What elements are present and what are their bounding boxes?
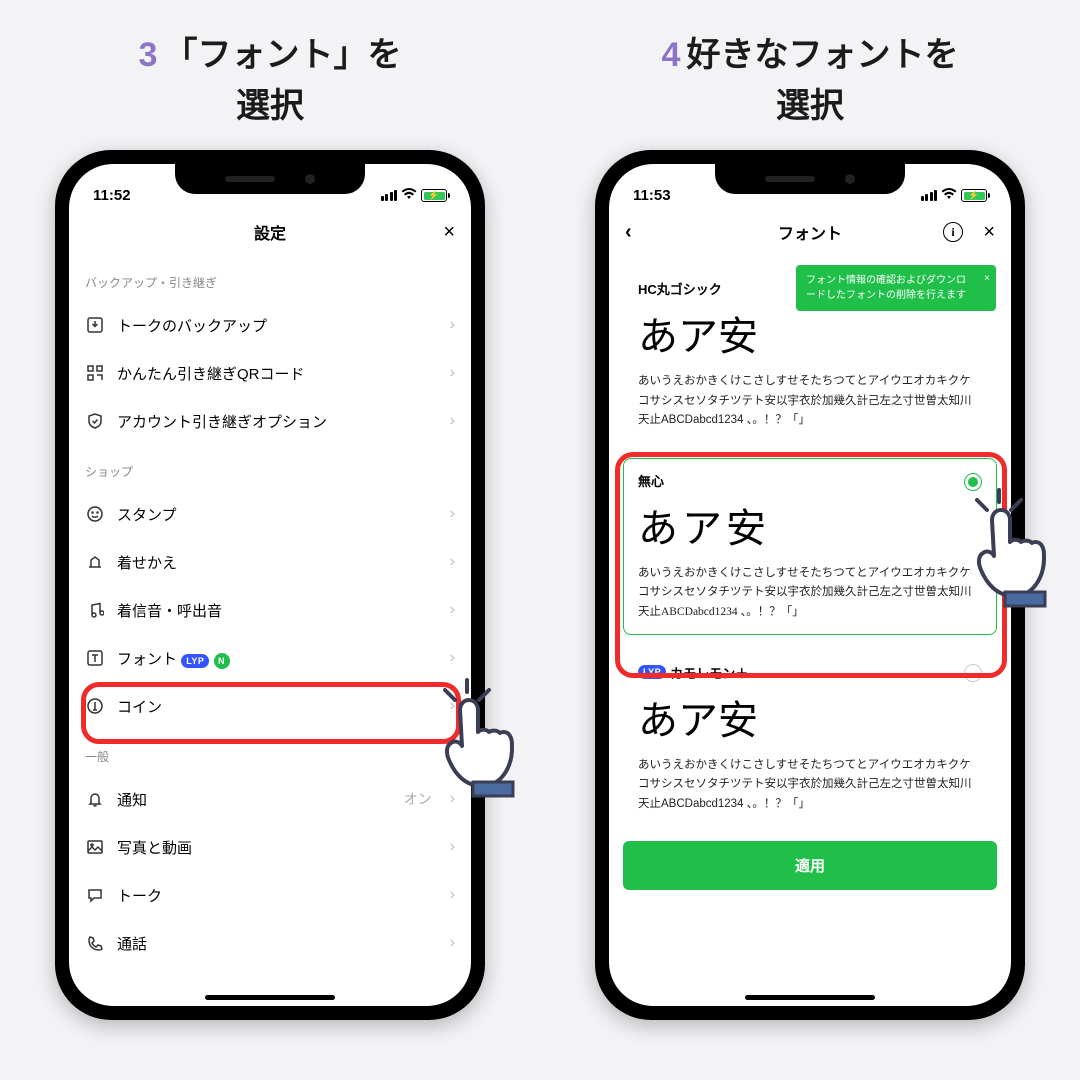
phone-icon [85, 933, 105, 953]
radio-unselected[interactable] [964, 664, 982, 682]
status-icons: ⚡ [381, 187, 448, 204]
screen-fonts: 11:53 ⚡ ‹ フォント i × [609, 164, 1011, 1006]
fonts-title: フォント [778, 220, 842, 244]
notifications-value: オン [404, 789, 432, 809]
lyp-badge: LYP [638, 665, 666, 679]
chevron-right-icon: › [450, 316, 455, 334]
phone-left: 11:52 ⚡ 設定 × バックアップ・引き継ぎ [55, 150, 485, 1020]
font-name: LYP カモレモン＋ [638, 663, 748, 682]
step-4-title: 4好きなフォントを 選択 [570, 30, 1050, 132]
theme-icon [85, 552, 105, 572]
row-talk-backup[interactable]: トークのバックアップ› [85, 301, 455, 349]
close-button[interactable]: × [443, 221, 455, 244]
settings-content[interactable]: バックアップ・引き継ぎ トークのバックアップ› かんたん引き継ぎQRコード› ア… [69, 256, 471, 1006]
backup-icon [85, 315, 105, 335]
row-qr-transfer[interactable]: かんたん引き継ぎQRコード› [85, 349, 455, 397]
step-4-number: 4 [662, 36, 681, 74]
coin-icon [85, 696, 105, 716]
section-backup: バックアップ・引き継ぎ [85, 274, 455, 291]
row-photos[interactable]: 写真と動画› [85, 823, 455, 871]
screen-settings: 11:52 ⚡ 設定 × バックアップ・引き継ぎ [69, 164, 471, 1006]
row-call[interactable]: 通話› [85, 919, 455, 967]
status-time: 11:53 [633, 187, 671, 204]
home-indicator [745, 995, 875, 1000]
phone-right: 11:53 ⚡ ‹ フォント i × [595, 150, 1025, 1020]
font-card-mushin[interactable]: 無心 あア安 あいうえおかきくけこさしすせそたちつてとアイウエオカキクケコサシス… [623, 458, 997, 636]
wifi-icon [941, 187, 957, 204]
settings-navbar: 設定 × [69, 208, 471, 256]
font-sample: あいうえおかきくけこさしすせそたちつてとアイウエオカキクケコサシスセソタチツテト… [638, 372, 982, 431]
chevron-right-icon: › [450, 697, 455, 715]
chevron-right-icon: › [450, 553, 455, 571]
row-font[interactable]: フォント LYP N › [85, 634, 455, 682]
chevron-right-icon: › [450, 505, 455, 523]
battery-icon: ⚡ [961, 189, 987, 202]
row-talk[interactable]: トーク› [85, 871, 455, 919]
row-notifications[interactable]: 通知 オン › [85, 775, 455, 823]
smile-icon [85, 504, 105, 524]
font-card-hc-maru[interactable]: フォント情報の確認およびダウンロードしたフォントの削除を行えます× HC丸ゴシッ… [623, 266, 997, 444]
settings-title: 設定 [254, 220, 286, 244]
step-3-number: 3 [139, 36, 158, 74]
back-button[interactable]: ‹ [625, 221, 632, 244]
notch [715, 164, 905, 194]
fonts-navbar: ‹ フォント i × [609, 208, 1011, 256]
qr-icon [85, 363, 105, 383]
chevron-right-icon: › [450, 886, 455, 904]
font-sample: あいうえおかきくけこさしすせそたちつてとアイウエオカキクケコサシスセソタチツテト… [638, 756, 982, 815]
font-preview: あア安 [638, 688, 982, 746]
notch [175, 164, 365, 194]
chevron-right-icon: › [450, 934, 455, 952]
chevron-right-icon: › [450, 790, 455, 808]
music-icon [85, 600, 105, 620]
row-stamp[interactable]: スタンプ› [85, 490, 455, 538]
lyp-badge: LYP [181, 654, 209, 668]
font-icon [85, 648, 105, 668]
font-name: 無心 [638, 471, 982, 490]
battery-icon: ⚡ [421, 189, 447, 202]
row-theme[interactable]: 着せかえ› [85, 538, 455, 586]
close-button[interactable]: × [983, 221, 995, 244]
step-4-column: 4好きなフォントを 選択 11:53 ⚡ ‹ [570, 30, 1050, 1020]
signal-icon [921, 190, 938, 201]
wifi-icon [401, 187, 417, 204]
fonts-content[interactable]: フォント情報の確認およびダウンロードしたフォントの削除を行えます× HC丸ゴシッ… [609, 256, 1011, 1006]
step-3-column: 3「フォント」を 選択 11:52 ⚡ 設定 [30, 30, 510, 1020]
signal-icon [381, 190, 398, 201]
radio-selected[interactable] [964, 473, 982, 491]
font-preview: あア安 [638, 304, 982, 362]
shield-icon [85, 411, 105, 431]
section-general: 一般 [85, 748, 455, 765]
status-time: 11:52 [93, 187, 131, 204]
photo-icon [85, 837, 105, 857]
font-card-kamolemon[interactable]: LYP カモレモン＋ あア安 あいうえおかきくけこさしすせそたちつてとアイウエオ… [623, 649, 997, 827]
chevron-right-icon: › [450, 601, 455, 619]
font-preview: あア安 [638, 496, 982, 554]
home-indicator [205, 995, 335, 1000]
info-button[interactable]: i [943, 222, 963, 242]
chevron-right-icon: › [450, 649, 455, 667]
apply-button[interactable]: 適用 [623, 841, 997, 890]
step-3-title: 3「フォント」を 選択 [30, 30, 510, 132]
section-shop: ショップ [85, 463, 455, 480]
status-icons: ⚡ [921, 187, 988, 204]
row-account-transfer[interactable]: アカウント引き継ぎオプション› [85, 397, 455, 445]
row-ringtone[interactable]: 着信音・呼出音› [85, 586, 455, 634]
bell-icon [85, 789, 105, 809]
chevron-right-icon: › [450, 364, 455, 382]
chevron-right-icon: › [450, 412, 455, 430]
new-badge: N [214, 653, 230, 669]
tip-close-icon[interactable]: × [984, 271, 990, 286]
font-tip: フォント情報の確認およびダウンロードしたフォントの削除を行えます× [796, 265, 996, 311]
chat-icon [85, 885, 105, 905]
font-sample: あいうえおかきくけこさしすせそたちつてとアイウエオカキクケコサシスセソタチツテト… [638, 564, 982, 623]
row-coin[interactable]: コイン› [85, 682, 455, 730]
chevron-right-icon: › [450, 838, 455, 856]
